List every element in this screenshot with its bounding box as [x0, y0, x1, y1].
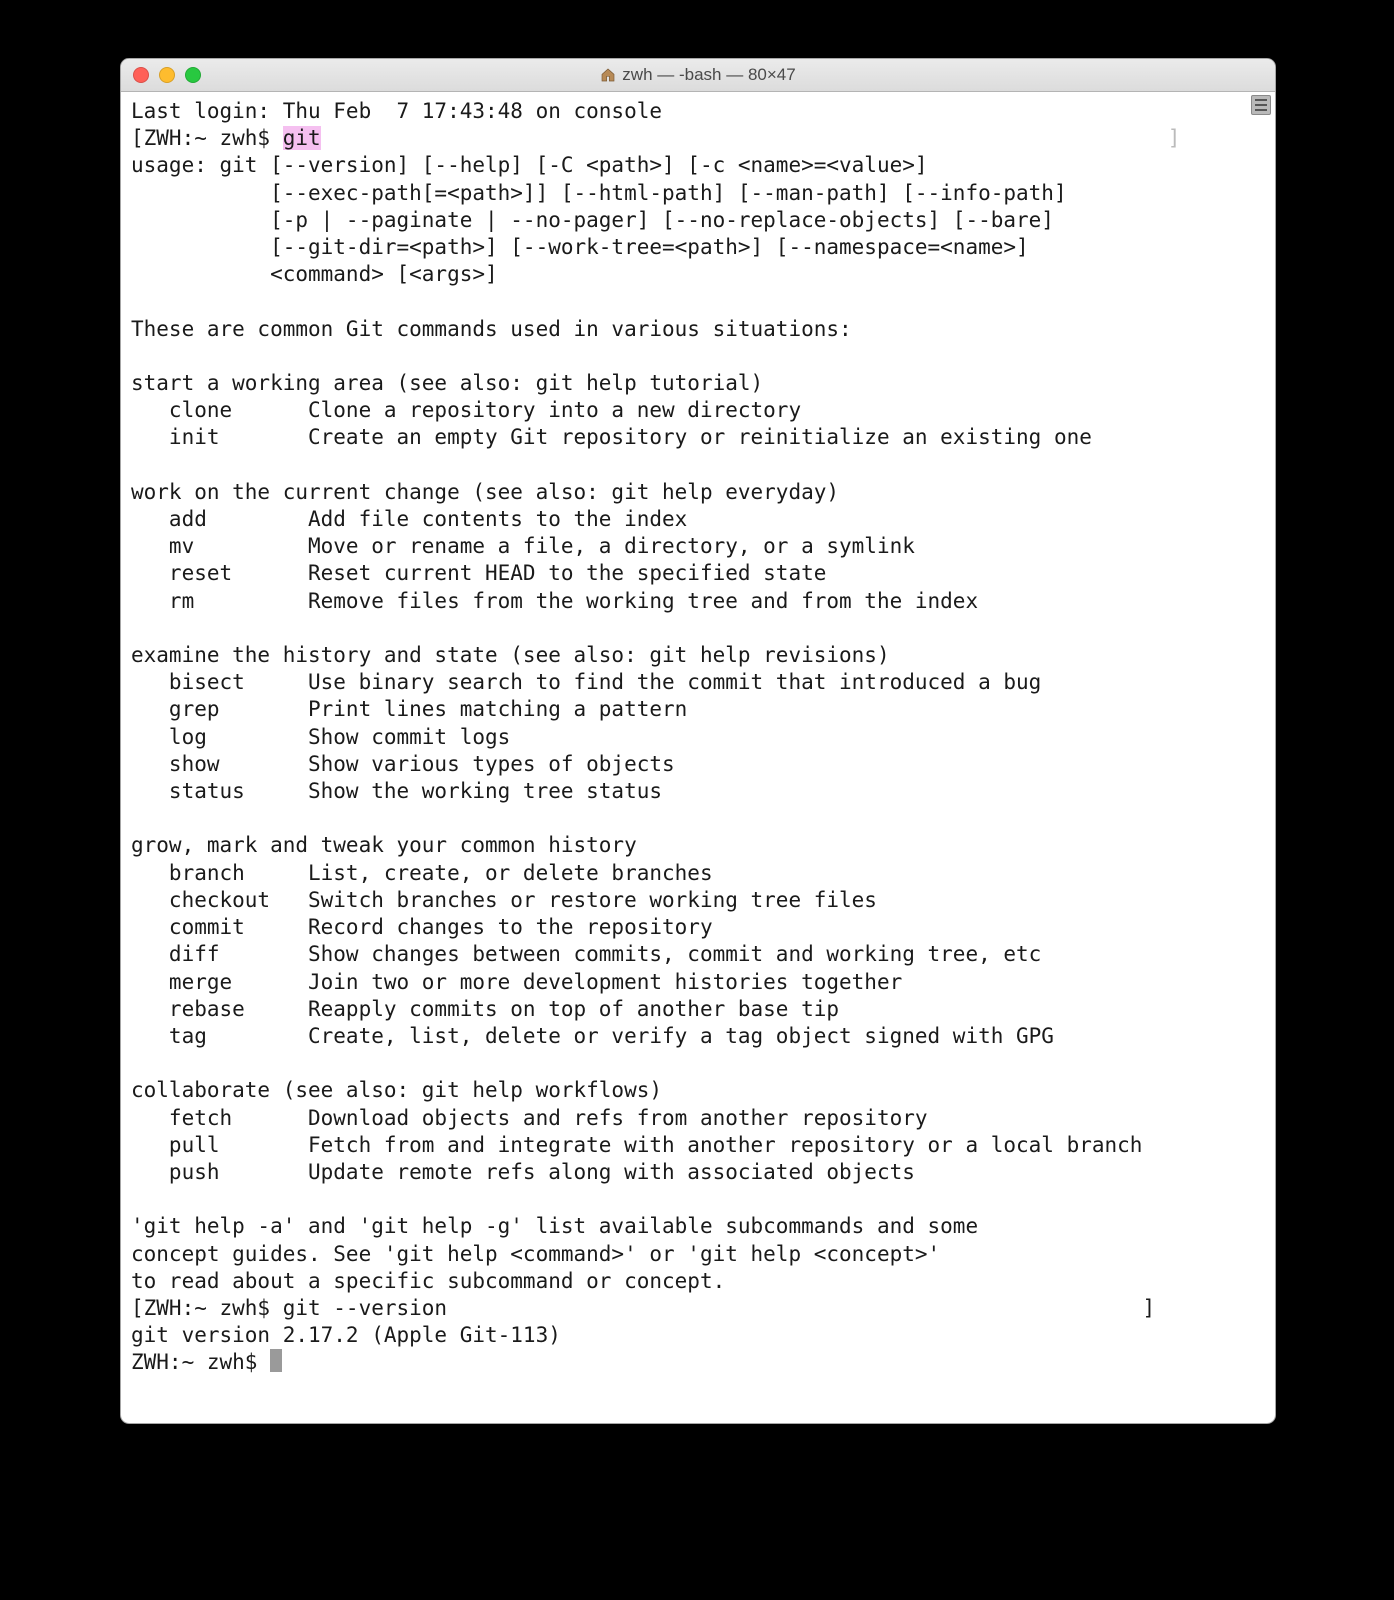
cursor-icon	[270, 1349, 282, 1372]
window-title: zwh — -bash — 80×47	[121, 65, 1275, 85]
stage: zwh — -bash — 80×47 Last login: Thu Feb …	[0, 0, 1394, 1600]
minimize-icon[interactable]	[159, 67, 175, 83]
terminal-output[interactable]: Last login: Thu Feb 7 17:43:48 on consol…	[131, 98, 1265, 1377]
terminal-window: zwh — -bash — 80×47 Last login: Thu Feb …	[120, 58, 1276, 1424]
terminal-body[interactable]: Last login: Thu Feb 7 17:43:48 on consol…	[121, 92, 1275, 1423]
window-titlebar[interactable]: zwh — -bash — 80×47	[121, 59, 1275, 92]
traffic-lights	[133, 67, 201, 83]
home-icon	[600, 67, 616, 83]
close-icon[interactable]	[133, 67, 149, 83]
zoom-icon[interactable]	[185, 67, 201, 83]
window-title-text: zwh — -bash — 80×47	[622, 65, 795, 85]
